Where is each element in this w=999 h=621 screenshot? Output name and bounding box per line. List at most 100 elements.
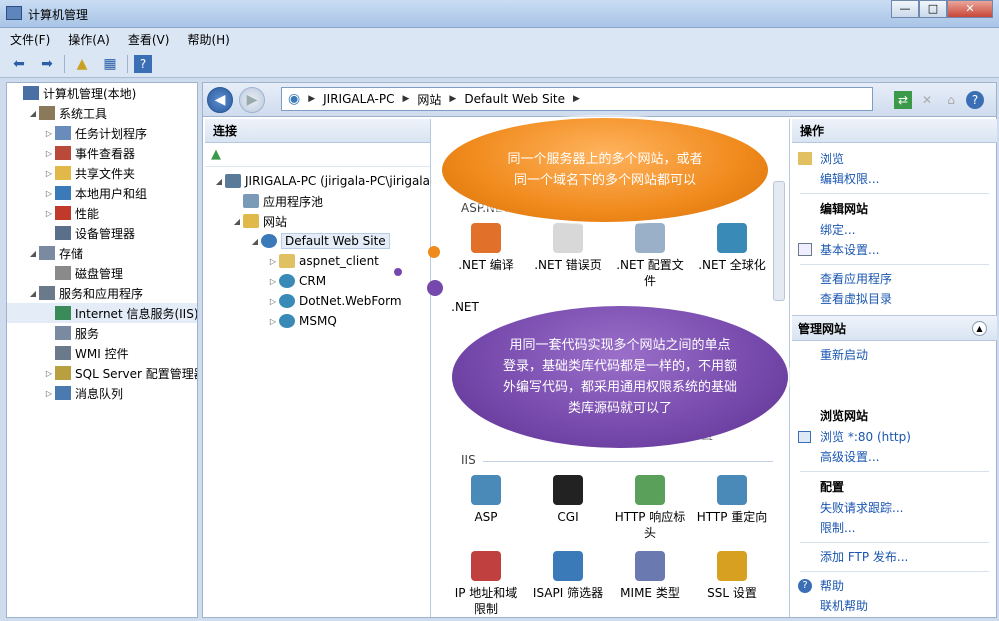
scrollbar[interactable] bbox=[773, 181, 785, 301]
connection-item[interactable]: ◢ JIRIGALA-PC (jirigala-PC\jirigala bbox=[205, 171, 430, 191]
maximize-button[interactable]: □ bbox=[919, 0, 947, 18]
action-limits[interactable]: 限制... bbox=[792, 518, 997, 538]
show-hide-tree-icon[interactable]: ▦ bbox=[99, 54, 121, 74]
menu-help[interactable]: 帮助(H) bbox=[187, 31, 229, 48]
collapsed-arrow-icon[interactable]: ▷ bbox=[267, 277, 279, 286]
menu-view[interactable]: 查看(V) bbox=[128, 31, 170, 48]
tree-item[interactable]: ◢ 系统工具 bbox=[7, 103, 197, 123]
tree-item[interactable]: 设备管理器 bbox=[7, 223, 197, 243]
tree-item[interactable]: ▷ 事件查看器 bbox=[7, 143, 197, 163]
feature-item[interactable]: SSL 设置 bbox=[695, 551, 769, 601]
action-basic-settings[interactable]: 基本设置... bbox=[792, 240, 997, 260]
tree-item[interactable]: ▷ 本地用户和组 bbox=[7, 183, 197, 203]
tree-item[interactable]: ▷ 性能 bbox=[7, 203, 197, 223]
address-part-sites[interactable]: 网站 bbox=[417, 91, 441, 108]
tree-item[interactable]: ◢ 存储 bbox=[7, 243, 197, 263]
back-arrow-icon[interactable]: ⬅ bbox=[8, 54, 30, 74]
address-path[interactable]: ◉ ▶ JIRIGALA-PC ▶ 网站 ▶ Default Web Site … bbox=[281, 87, 873, 111]
collapsed-arrow-icon[interactable]: ▷ bbox=[43, 169, 55, 178]
action-restart[interactable]: 重新启动 bbox=[792, 345, 997, 365]
event-viewer-icon bbox=[55, 146, 71, 160]
up-folder-icon[interactable]: ▲ bbox=[71, 54, 93, 74]
action-view-applications[interactable]: 查看应用程序 bbox=[792, 269, 997, 289]
divider bbox=[800, 471, 989, 472]
action-failed-request-tracing[interactable]: 失败请求跟踪... bbox=[792, 498, 997, 518]
expanded-arrow-icon[interactable]: ◢ bbox=[27, 249, 39, 258]
collapsed-arrow-icon[interactable]: ▷ bbox=[267, 317, 279, 326]
manage-site-group[interactable]: 管理网站 ▲ bbox=[792, 315, 997, 341]
address-part-server[interactable]: JIRIGALA-PC bbox=[323, 92, 394, 106]
tree-item-label: WMI 控件 bbox=[75, 346, 129, 361]
expanded-arrow-icon[interactable]: ◢ bbox=[249, 237, 261, 246]
window-title: 计算机管理 bbox=[28, 8, 89, 22]
expanded-arrow-icon[interactable]: ◢ bbox=[231, 217, 243, 226]
action-explore[interactable]: 浏览 bbox=[792, 149, 997, 169]
start-page-icon[interactable]: ▲ bbox=[211, 147, 221, 162]
action-add-ftp[interactable]: 添加 FTP 发布... bbox=[792, 547, 997, 567]
tree-item[interactable]: WMI 控件 bbox=[7, 343, 197, 363]
connection-item[interactable]: 应用程序池 bbox=[205, 191, 430, 211]
collapse-icon[interactable]: ▲ bbox=[972, 321, 987, 336]
feature-item[interactable]: .NET 编译 bbox=[449, 223, 523, 273]
divider bbox=[800, 264, 989, 265]
tree-item[interactable]: ▷ 消息队列 bbox=[7, 383, 197, 403]
feature-item[interactable]: ISAPI 筛选器 bbox=[531, 551, 605, 601]
forward-button[interactable]: ▶ bbox=[239, 87, 265, 113]
collapsed-arrow-icon[interactable]: ▷ bbox=[267, 297, 279, 306]
collapsed-arrow-icon[interactable]: ▷ bbox=[267, 257, 279, 266]
connection-item[interactable]: ◢ 网站 bbox=[205, 211, 430, 231]
feature-item[interactable]: IP 地址和域限制 bbox=[449, 551, 523, 617]
collapsed-arrow-icon[interactable]: ▷ bbox=[43, 149, 55, 158]
connection-item[interactable]: ▷ DotNet.WebForm bbox=[205, 291, 430, 311]
disk-icon bbox=[55, 266, 71, 280]
tree-item[interactable]: 磁盘管理 bbox=[7, 263, 197, 283]
expanded-arrow-icon[interactable]: ◢ bbox=[213, 177, 225, 186]
tree-item[interactable]: ▷ 任务计划程序 bbox=[7, 123, 197, 143]
menu-file[interactable]: 文件(F) bbox=[10, 31, 50, 48]
tree-item[interactable]: 计算机管理(本地) bbox=[7, 83, 197, 103]
menu-action[interactable]: 操作(A) bbox=[68, 31, 110, 48]
forward-arrow-icon[interactable]: ➡ bbox=[36, 54, 58, 74]
collapsed-arrow-icon[interactable]: ▷ bbox=[43, 389, 55, 398]
action-browse-80[interactable]: 浏览 *:80 (http) bbox=[792, 427, 997, 447]
tree-item[interactable]: ◢ 服务和应用程序 bbox=[7, 283, 197, 303]
feature-item[interactable]: ASP bbox=[449, 475, 523, 525]
toolbar-divider bbox=[127, 54, 128, 73]
close-button[interactable]: ✕ bbox=[947, 0, 993, 18]
action-online-help[interactable]: 联机帮助 bbox=[792, 596, 997, 616]
stop-icon[interactable]: ✕ bbox=[918, 91, 936, 109]
feature-item[interactable]: .NET 配置文件 bbox=[613, 223, 687, 289]
help-icon[interactable]: ? bbox=[966, 91, 984, 109]
help-icon[interactable]: ? bbox=[134, 54, 152, 73]
action-advanced-settings[interactable]: 高级设置... bbox=[792, 447, 997, 467]
connection-item[interactable]: ◢ Default Web Site bbox=[205, 231, 430, 251]
action-bindings[interactable]: 绑定... bbox=[792, 220, 997, 240]
connection-item[interactable]: ▷ MSMQ bbox=[205, 311, 430, 331]
feature-item[interactable]: MIME 类型 bbox=[613, 551, 687, 601]
connection-label: 应用程序池 bbox=[263, 194, 324, 209]
address-part-site[interactable]: Default Web Site bbox=[464, 92, 565, 106]
tree-item[interactable]: ▷ SQL Server 配置管理器 bbox=[7, 363, 197, 383]
feature-label: .NET 配置文件 bbox=[616, 258, 684, 288]
tree-item[interactable]: 服务 bbox=[7, 323, 197, 343]
collapsed-arrow-icon[interactable]: ▷ bbox=[43, 189, 55, 198]
home-icon[interactable]: ⌂ bbox=[942, 91, 960, 109]
action-edit-permissions[interactable]: 编辑权限... bbox=[792, 169, 997, 189]
collapsed-arrow-icon[interactable]: ▷ bbox=[43, 369, 55, 378]
feature-item[interactable]: HTTP 重定向 bbox=[695, 475, 769, 525]
action-view-virtual-dirs[interactable]: 查看虚拟目录 bbox=[792, 289, 997, 309]
tree-item[interactable]: Internet 信息服务(IIS)管 bbox=[7, 303, 197, 323]
collapsed-arrow-icon[interactable]: ▷ bbox=[43, 129, 55, 138]
expanded-arrow-icon[interactable]: ◢ bbox=[27, 109, 39, 118]
feature-item[interactable]: .NET 全球化 bbox=[695, 223, 769, 273]
feature-item[interactable]: HTTP 响应标头 bbox=[613, 475, 687, 541]
feature-item[interactable]: CGI bbox=[531, 475, 605, 525]
expanded-arrow-icon[interactable]: ◢ bbox=[27, 289, 39, 298]
refresh-icon[interactable]: ⇄ bbox=[894, 91, 912, 109]
back-button[interactable]: ◀ bbox=[207, 87, 233, 113]
collapsed-arrow-icon[interactable]: ▷ bbox=[43, 209, 55, 218]
feature-item[interactable]: .NET 错误页 bbox=[531, 223, 605, 273]
action-help[interactable]: ? 帮助 bbox=[792, 576, 997, 596]
tree-item[interactable]: ▷ 共享文件夹 bbox=[7, 163, 197, 183]
minimize-button[interactable]: — bbox=[891, 0, 919, 18]
